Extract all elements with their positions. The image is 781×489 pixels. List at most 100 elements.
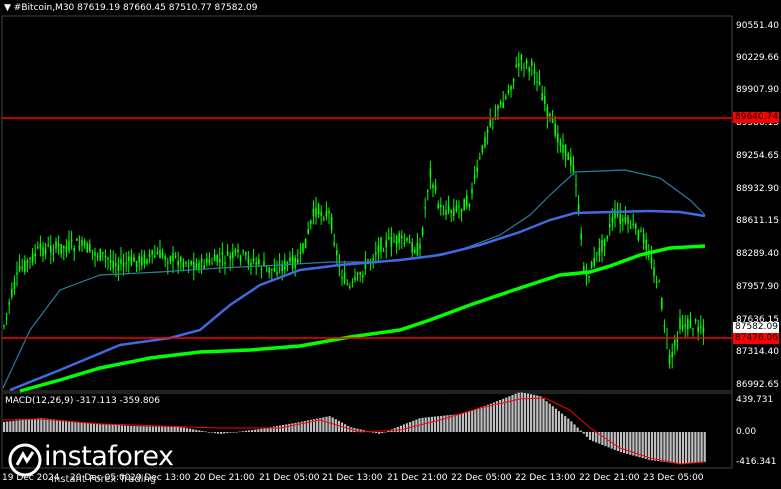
macd-histogram-bar [433,416,437,432]
price-tick: 87957.90 [736,282,779,292]
macd-histogram-bar [148,426,151,432]
candle-body [440,204,442,208]
macd-histogram-bar [471,409,474,432]
price-tick: 88611.15 [736,216,779,226]
time-label: 21 Dec 21:00 [387,473,448,483]
macd-histogram-bar [576,427,579,432]
price-tick: 89254.65 [736,151,779,161]
macd-histogram-bar [545,401,548,432]
macd-histogram-bar [585,432,588,437]
candle-body [219,259,221,263]
candle-body [156,251,159,255]
candle-body [229,255,231,260]
candle-body [55,241,57,249]
candle-body [68,241,70,251]
macd-histogram-bar [170,426,173,432]
candle-body [42,247,44,256]
candle-body [143,254,146,264]
candle-body [328,211,330,214]
candle-body [531,61,533,66]
candle-body [442,213,445,215]
candle-body [89,244,91,252]
candle-body [135,261,138,268]
macd-histogram-bar [235,431,238,433]
macd-histogram-bar [21,419,24,432]
trading-chart[interactable] [0,0,781,489]
candle-body [590,261,593,269]
candle-body [507,90,510,94]
candle-body [107,257,109,260]
candle-body [60,244,62,254]
macd-histogram-bar [638,432,641,458]
price-tick: 88289.40 [736,249,779,259]
macd-histogram-bar [685,432,688,464]
candle-body [658,281,660,283]
candle-body [419,244,421,249]
candle-body [320,212,322,216]
macd-histogram-bar [551,406,554,432]
candle-body [37,247,39,249]
macd-tick: -416.341 [736,457,777,467]
candle-body [125,262,127,264]
macd-histogram-bar [9,421,12,432]
candle-body [281,264,283,272]
candle-body [208,259,211,263]
candle-body [505,96,507,99]
macd-histogram-bar [226,432,229,434]
candle-body [146,259,148,264]
candle-body [177,261,179,266]
candle-body [606,236,608,239]
candle-body [653,267,655,277]
candle-body [518,63,520,67]
candle-body [494,115,497,117]
candle-body [632,223,634,226]
candle-body [549,113,551,117]
macd-histogram-bar [641,432,644,459]
macd-histogram-bar [278,425,282,432]
candle-body [297,259,299,263]
macd-histogram-bar [499,400,502,432]
candle-body [5,313,8,315]
macd-histogram-bar [570,421,573,432]
macd-histogram-bar [616,432,619,452]
candle-body [512,78,515,82]
macd-histogram-bar [114,424,117,432]
candle-body [117,264,120,272]
candle-body [385,240,387,248]
candle-body [536,81,538,83]
candle-body [102,252,104,254]
candle-body [377,245,380,253]
macd-histogram-bar [595,432,598,443]
macd-histogram-bar [176,426,179,432]
candle-body [429,168,432,178]
support-price-label: 87476.06 [733,333,779,344]
candle-body [141,256,143,266]
candle-body [63,246,65,249]
candle-body [627,216,629,224]
macd-histogram-bar [650,432,654,461]
price-tick: 89907.90 [736,85,779,95]
candle-body [650,257,653,264]
macd-histogram-bar [647,432,650,460]
candle-body [372,258,374,261]
candle-body [273,267,276,272]
candle-body [203,265,205,269]
candle-body [271,268,273,271]
macd-title: MACD(12,26,9) -317.113 -359.806 [5,396,161,406]
macd-histogram-bar [703,432,706,463]
macd-histogram-bar [331,417,334,432]
candle-body [159,249,161,259]
candle-body [679,318,681,330]
candle-body [502,102,504,109]
macd-histogram-bar [474,408,477,432]
candle-body [120,258,122,264]
instaforex-logo-icon [8,443,42,477]
macd-histogram-bar [548,403,551,432]
macd-histogram-bar [654,432,657,461]
candle-body [510,86,512,91]
candle-body [596,252,598,254]
candle-body [528,67,530,72]
macd-histogram-bar [195,429,198,432]
candle-body [515,65,517,67]
candle-body [323,218,325,220]
